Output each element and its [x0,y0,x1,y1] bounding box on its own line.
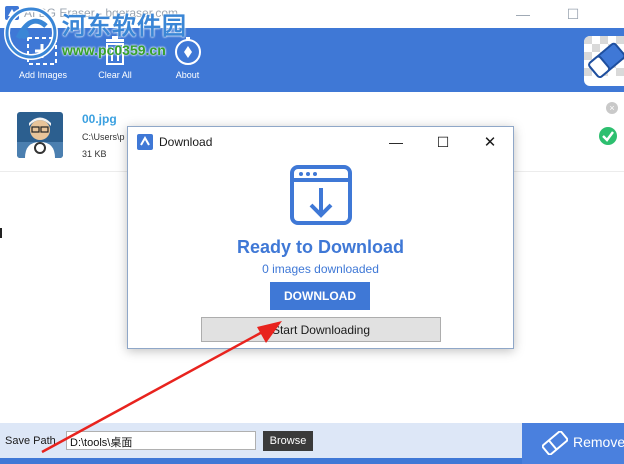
add-images-button[interactable]: Add Images [10,36,76,90]
file-name: 00.jpg [82,112,117,126]
window-minimize-button[interactable]: — [500,0,546,28]
dialog-minimize-button[interactable]: — [373,127,419,157]
image-thumbnail [17,112,63,158]
window-maximize-button[interactable]: ☐ [550,0,596,28]
remove-button[interactable]: Remove [522,423,624,464]
edge-mark [0,228,2,238]
add-images-icon [27,37,57,65]
maximize-icon: ☐ [566,5,580,22]
bottom-bar: Save Path D:\tools\桌面 Browse Remove [0,423,624,464]
portrait-thumbnail-icon [17,112,63,158]
app-logo-icon [5,6,19,20]
eraser-icon [584,36,624,78]
eraser-logo [584,36,624,86]
download-count-text: 0 images downloaded [262,262,379,276]
save-path-input[interactable]: D:\tools\桌面 [66,431,256,450]
app-window: AI BG Eraser - bgeraser.com — ☐ Add Imag… [0,0,624,464]
clear-all-button[interactable]: Clear All [90,36,140,90]
window-titlebar: AI BG Eraser - bgeraser.com — ☐ [0,0,624,28]
about-label: About [175,70,200,80]
remove-item-icon[interactable]: × [606,102,618,114]
add-images-label: Add Images [18,70,68,80]
maximize-icon: ☐ [436,133,450,150]
eraser-icon [542,431,568,455]
close-icon: ✕ [483,134,497,151]
main-toolbar: Add Images Clear All About [0,28,624,92]
dialog-title: Download [159,135,213,149]
dialog-heading: Ready to Download [236,237,404,257]
save-path-panel: Save Path D:\tools\桌面 Browse [0,423,522,458]
clear-all-label: Clear All [98,70,132,80]
compass-icon [174,37,201,65]
bottom-strip [0,458,522,464]
file-size: 31 KB [82,149,107,159]
dialog-maximize-button[interactable]: ☐ [420,127,466,157]
dialog-titlebar: Download — ☐ ✕ [128,127,513,157]
window-title: AI BG Eraser - bgeraser.com [24,6,179,20]
download-button[interactable]: DOWNLOAD [270,282,370,310]
about-button[interactable]: About [165,36,210,90]
dialog-close-button[interactable]: ✕ [467,127,513,157]
save-path-label: Save Path [5,435,56,447]
download-dialog: Download — ☐ ✕ Ready to Download 0 image… [127,126,514,349]
file-path: C:\Users\p [82,132,125,142]
remove-label: Remove [573,434,624,450]
browse-button[interactable]: Browse [263,431,313,451]
dialog-app-icon [137,134,153,150]
trash-icon [106,36,124,65]
download-window-icon [290,165,352,225]
minimize-icon: — [389,134,403,150]
start-downloading-button[interactable]: Start Downloading [201,317,441,342]
minimize-icon: — [516,6,530,22]
check-circle-icon [599,127,617,145]
